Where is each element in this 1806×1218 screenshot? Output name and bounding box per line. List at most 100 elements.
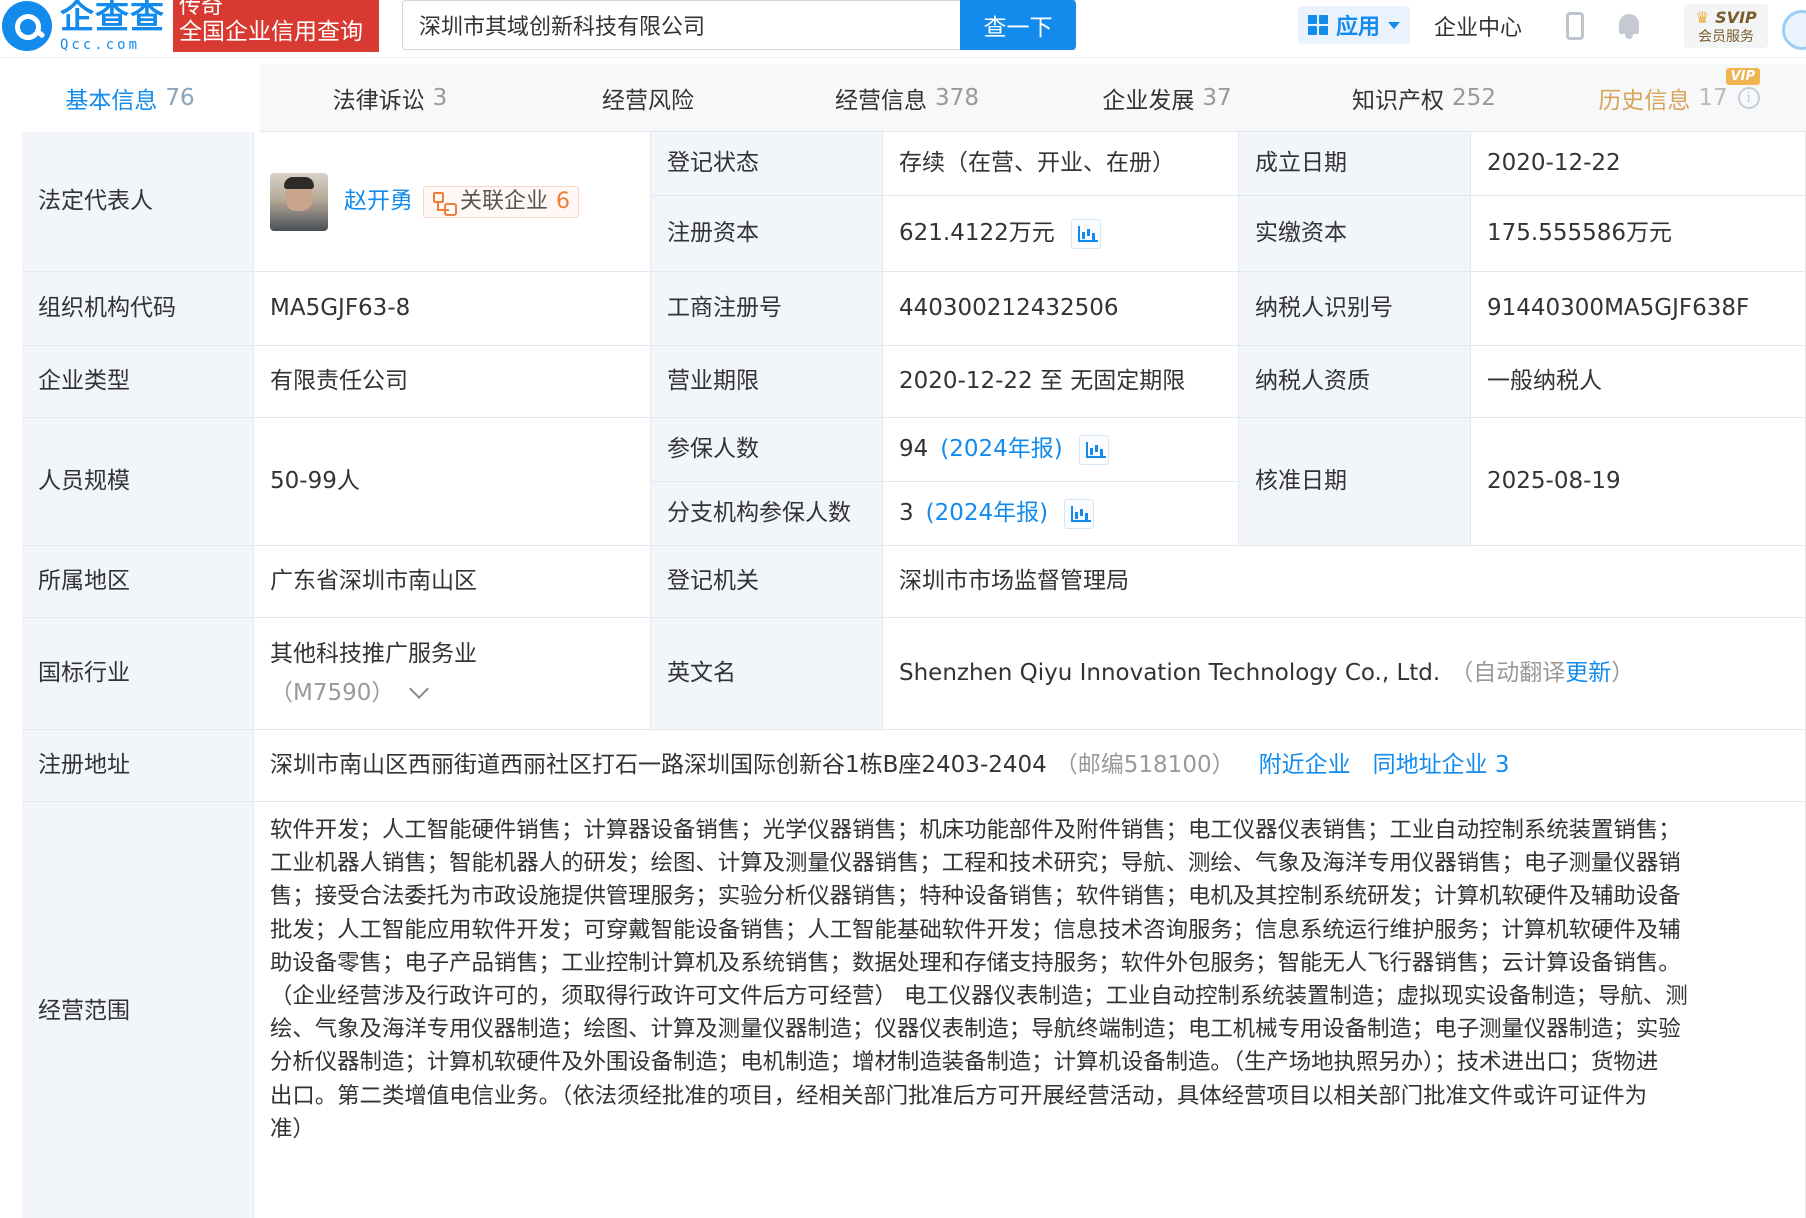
- paid-capital-label: 实缴资本: [1239, 196, 1471, 272]
- approval-date-value: 2025-08-19: [1471, 418, 1806, 546]
- address-label: 注册地址: [22, 730, 254, 802]
- tab-label: 法律诉讼: [332, 88, 425, 114]
- svip-title: ♛ SVIP: [1684, 10, 1768, 26]
- founded-label: 成立日期: [1239, 132, 1471, 196]
- industry-code: （M7590）: [270, 679, 395, 706]
- taxpayer-id-value: 91440300MA5GJF638F: [1471, 272, 1806, 346]
- notification-bell-icon[interactable]: [1616, 12, 1642, 40]
- tab-label: 基本信息: [65, 88, 158, 114]
- paid-capital-value: 175.555586万元: [1471, 196, 1806, 272]
- org-code-label: 组织机构代码: [22, 272, 254, 346]
- tab-count: 17: [1698, 85, 1728, 111]
- top-navigation-bar: 企查查 Qcc.com 传奇 全国企业信用查询 ✕ 查一下 应用 企业中心 ♛ …: [0, 0, 1806, 58]
- region-value: 广东省深圳市南山区: [254, 546, 651, 618]
- scope-line: 分析仪器制造；计算机软硬件及外围设备制造；电机制造；增材制造装备制造；计算机设备…: [270, 1049, 1659, 1076]
- scope-line: 软件开发；人工智能硬件销售；计算器设备销售；光学仪器销售；机床功能部件及附件销售…: [270, 817, 1681, 843]
- scope-line: 绘、气象及海洋专用仪器制造；绘图、计算及测量仪器制造；仪器仪表制造；导航终端制造…: [270, 1016, 1681, 1043]
- tab-business-info[interactable]: 经营信息 378: [776, 64, 1038, 132]
- biz-term-label: 营业期限: [651, 346, 883, 418]
- same-address-companies-link[interactable]: 同地址企业 3: [1373, 748, 1510, 783]
- same-address-count: 3: [1494, 752, 1510, 779]
- same-address-label: 同地址企业: [1372, 752, 1488, 779]
- postcode: （邮编518100）: [1054, 752, 1235, 779]
- insured-trend-chart-icon[interactable]: [1078, 434, 1109, 465]
- scope-line: （企业经营涉及行政许可的，须取得行政许可文件后方可经营） 电工仪器仪表制造；工业…: [270, 983, 1688, 1010]
- legal-rep-name-link[interactable]: 赵开勇: [344, 184, 413, 219]
- related-companies-button[interactable]: 关联企业 6: [423, 185, 580, 218]
- search-button[interactable]: 查一下: [960, 0, 1076, 50]
- tab-business-risk[interactable]: 经营风险: [520, 64, 776, 132]
- nearby-companies-link[interactable]: 附近企业: [1259, 748, 1351, 783]
- scope-label: 经营范围: [22, 802, 254, 1218]
- taxpayer-id-label: 纳税人识别号: [1239, 272, 1471, 346]
- auto-translate-prefix: （自动翻译: [1450, 660, 1566, 687]
- brand-badge-line1: 传奇: [179, 0, 224, 19]
- enterprise-center-link[interactable]: 企业中心: [1434, 10, 1522, 42]
- reg-status-label: 登记状态: [651, 132, 883, 196]
- legal-rep-label: 法定代表人: [22, 132, 254, 272]
- branch-insured-report-link[interactable]: (2024年报): [926, 496, 1048, 531]
- brand-badge-line2: 全国企业信用查询: [179, 19, 363, 45]
- branch-insured-trend-chart-icon[interactable]: [1064, 498, 1095, 529]
- crown-icon: ♛: [1695, 8, 1710, 27]
- staff-size-value: 50-99人: [254, 418, 651, 546]
- site-logo[interactable]: 企查查 Qcc.com: [0, 0, 165, 52]
- scope-line: 售；接受合法委托为市政设施提供管理服务；实验分析仪器销售；特种设备销售；软件销售…: [270, 883, 1681, 910]
- tab-label: 企业发展: [1102, 88, 1195, 114]
- apps-grid-icon: [1308, 15, 1328, 35]
- user-avatar[interactable]: [1782, 10, 1806, 50]
- search-input[interactable]: [419, 12, 979, 38]
- reg-authority-value: 深圳市市场监督管理局: [883, 546, 1806, 618]
- tab-count: 378: [935, 85, 979, 111]
- reg-authority-label: 登记机关: [651, 546, 883, 618]
- auto-translate-update-link[interactable]: 更新: [1565, 656, 1611, 691]
- apps-menu-button[interactable]: 应用: [1298, 6, 1411, 44]
- legal-rep-photo[interactable]: [270, 172, 328, 231]
- biz-reg-no-label: 工商注册号: [651, 272, 883, 346]
- english-name-cell: Shenzhen Qiyu Innovation Technology Co.,…: [883, 618, 1806, 730]
- svip-membership-button[interactable]: ♛ SVIP 会员服务: [1684, 4, 1768, 48]
- region-label: 所属地区: [22, 546, 254, 618]
- insured-value: 94: [899, 436, 929, 463]
- tab-intellectual-property[interactable]: 知识产权 252: [1296, 64, 1552, 132]
- logo-text-en: Qcc.com: [60, 37, 141, 53]
- tab-basic-info[interactable]: 基本信息 76: [0, 64, 260, 132]
- chevron-down-icon: [409, 678, 430, 699]
- qcc-logo-icon: [2, 1, 52, 51]
- tab-enterprise-development[interactable]: 企业发展 37: [1038, 64, 1296, 132]
- tab-label: 经营信息: [835, 88, 928, 114]
- tab-legal-litigation[interactable]: 法律诉讼 3: [260, 64, 520, 132]
- scope-line: 出口。第二类增值电信业务。（依法须经批准的项目，经相关部门批准后方可开展经营活动…: [270, 1082, 1648, 1109]
- org-code-value: MA5GJF63-8: [254, 272, 651, 346]
- branch-insured-cell: 3 (2024年报): [883, 482, 1239, 546]
- scope-line: 助设备零售；电子产品销售；工业控制计算机及系统销售；数据处理和存储支持服务；软件…: [270, 949, 1681, 976]
- founded-value: 2020-12-22: [1471, 132, 1806, 196]
- tab-count: 252: [1452, 85, 1496, 111]
- svip-label: SVIP: [1715, 8, 1757, 27]
- section-tabs: 基本信息 76 法律诉讼 3 经营风险 经营信息 378 企业发展 37 知识产权 252…: [0, 64, 1806, 132]
- auto-translate-suffix: ）: [1611, 660, 1635, 687]
- insured-cell: 94 (2024年报): [883, 418, 1239, 482]
- english-name-label: 英文名: [651, 618, 883, 730]
- info-icon[interactable]: i: [1737, 87, 1760, 109]
- staff-size-label: 人员规模: [22, 418, 254, 546]
- relation-graph-icon: [432, 191, 454, 213]
- tab-count: 37: [1202, 85, 1232, 111]
- scope-line: 批发；人工智能应用软件开发；可穿戴智能设备销售；人工智能基础软件开发；信息技术咨…: [270, 916, 1681, 943]
- branch-insured-label: 分支机构参保人数: [651, 482, 883, 546]
- tab-count: 3: [432, 85, 448, 111]
- industry-code-row[interactable]: （M7590）: [270, 676, 430, 711]
- biz-reg-no-value: 440300212432506: [883, 272, 1239, 346]
- insured-label: 参保人数: [651, 418, 883, 482]
- capital-trend-chart-icon[interactable]: [1070, 218, 1101, 249]
- svip-subtitle: 会员服务: [1698, 29, 1754, 45]
- mobile-phone-icon[interactable]: [1566, 12, 1584, 40]
- logo-wordmark: 企查查 Qcc.com: [60, 0, 165, 52]
- industry-cell: 其他科技推广服务业 （M7590）: [254, 618, 651, 730]
- apps-menu-label: 应用: [1336, 15, 1381, 40]
- insured-report-link[interactable]: (2024年报): [940, 432, 1062, 467]
- company-type-label: 企业类型: [22, 346, 254, 418]
- address-cell: 深圳市南山区西丽街道西丽社区打石一路深圳国际创新谷1栋B座2403-2404 （…: [254, 730, 1806, 802]
- scope-text: 软件开发；人工智能硬件销售；计算器设备销售；光学仪器销售；机床功能部件及附件销售…: [254, 802, 1806, 1218]
- tab-history-info[interactable]: VIP 历史信息 17 i: [1552, 64, 1806, 132]
